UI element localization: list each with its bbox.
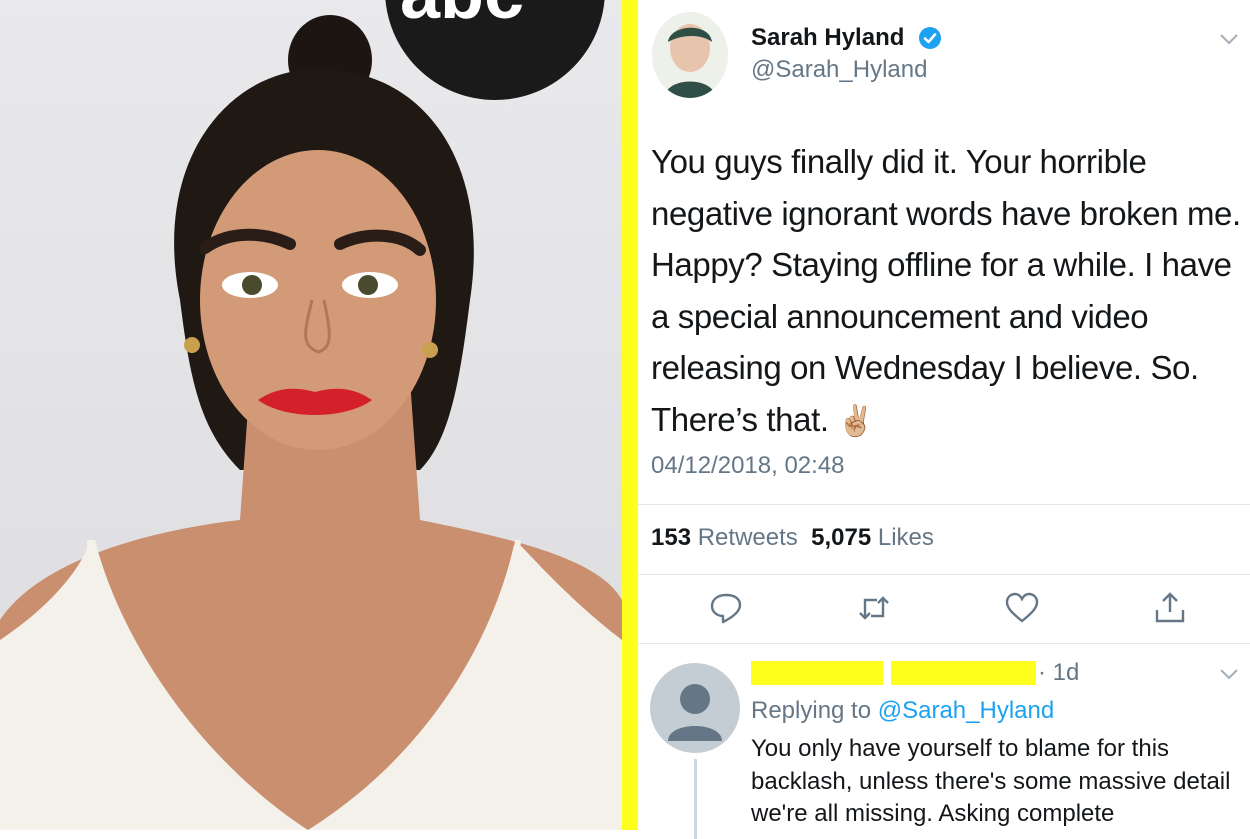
replying-mention-link[interactable]: @Sarah_Hyland: [878, 697, 1054, 724]
reply-time[interactable]: · 1d: [1038, 659, 1079, 687]
share-icon[interactable]: [1152, 590, 1188, 626]
tweet-timestamp[interactable]: 04/12/2018, 02:48: [651, 452, 845, 480]
tweet-actions: [638, 590, 1250, 630]
chevron-down-icon[interactable]: [1218, 28, 1240, 50]
retweet-icon[interactable]: [856, 590, 892, 626]
default-avatar-icon[interactable]: [650, 663, 740, 753]
tweet-text: You guys finally did it. Your horrible n…: [651, 136, 1250, 447]
author-name[interactable]: Sarah Hyland: [751, 24, 904, 52]
verified-badge-icon: [919, 27, 941, 49]
retweets-count: 153: [651, 524, 692, 551]
author-avatar[interactable]: [652, 12, 728, 98]
likes-stat[interactable]: 5,075 Likes: [811, 524, 934, 551]
replying-prefix: Replying to: [751, 697, 872, 724]
tweet-stats: 153 Retweets 5,075 Likes: [651, 524, 934, 552]
divider-line: [638, 504, 1250, 505]
retweets-stat[interactable]: 153 Retweets: [651, 524, 798, 551]
person-photo: abc: [0, 0, 622, 830]
like-icon[interactable]: [1004, 590, 1040, 626]
replying-to: Replying to @Sarah_Hyland: [751, 697, 1054, 725]
tweet-card: Sarah Hyland @Sarah_Hyland You guys fina…: [638, 0, 1250, 839]
author-handle[interactable]: @Sarah_Hyland: [751, 56, 927, 84]
victory-hand-emoji: ✌🏼: [837, 404, 875, 438]
tweet-body: You guys finally did it. Your horrible n…: [651, 143, 1241, 438]
likes-count: 5,075: [811, 524, 872, 551]
redacted-name: [751, 661, 883, 685]
likes-label: Likes: [877, 524, 934, 551]
reply-text: You only have yourself to blame for this…: [751, 735, 1231, 827]
chevron-down-icon[interactable]: [1218, 663, 1240, 685]
reply-icon[interactable]: [708, 590, 744, 626]
retweets-label: Retweets: [697, 524, 798, 551]
yellow-divider: [622, 0, 638, 830]
divider-line: [638, 574, 1250, 575]
divider-line: [638, 643, 1250, 644]
reply-tweet[interactable]: · 1d Replying to @Sarah_Hyland You only …: [638, 645, 1250, 839]
redacted-handle: [891, 661, 1036, 685]
svg-text:abc: abc: [400, 0, 524, 34]
thread-line: [694, 759, 697, 839]
